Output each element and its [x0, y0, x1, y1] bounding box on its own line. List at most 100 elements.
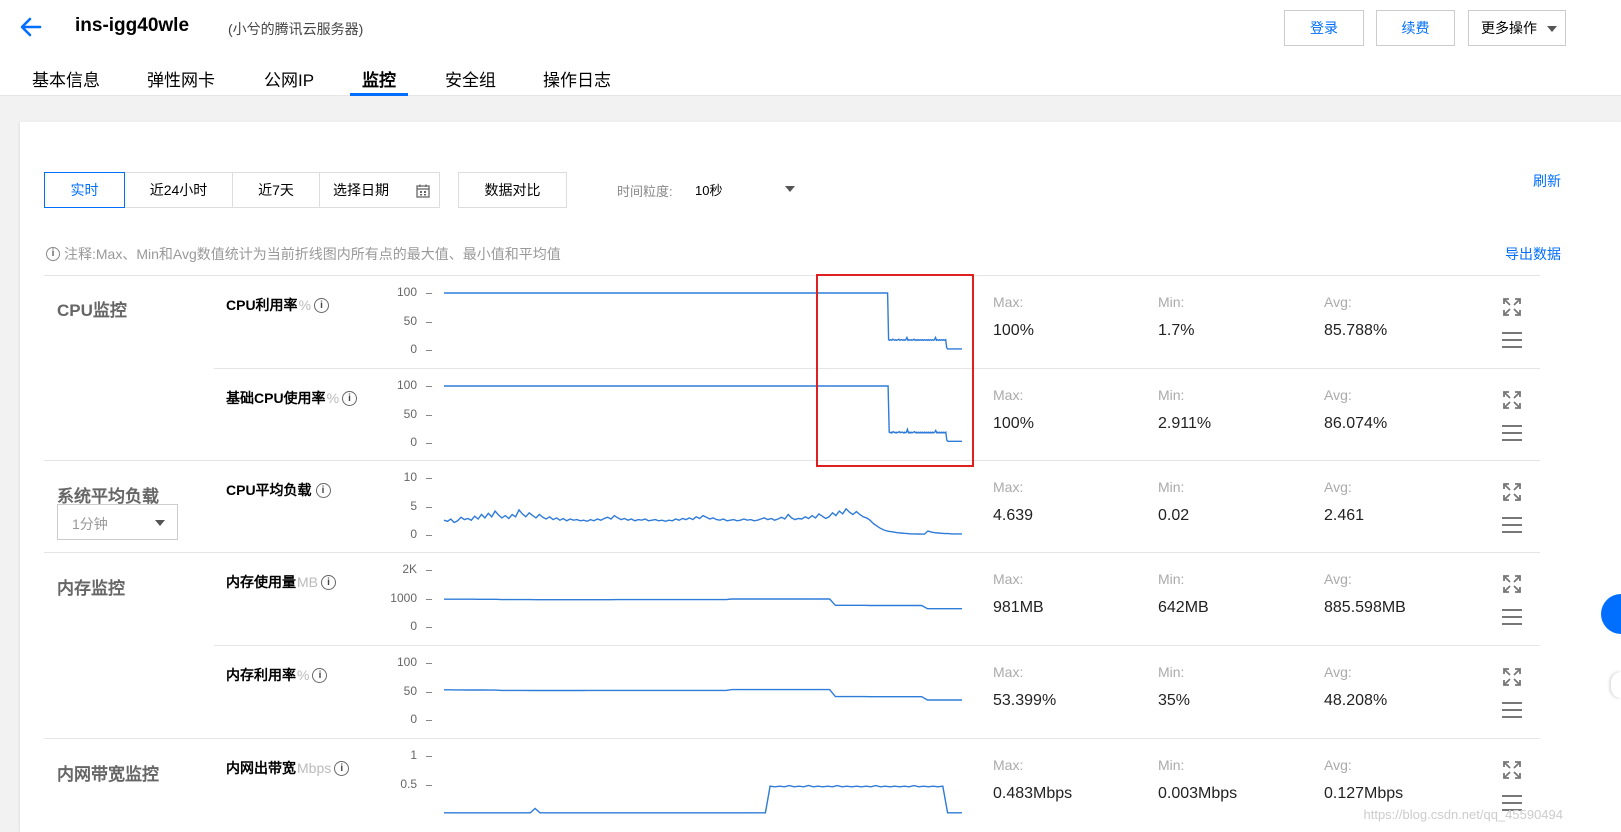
- network-monitor-title: 内网带宽监控: [57, 765, 159, 784]
- y-tick-mark: [426, 627, 432, 628]
- y-tick-mark: [426, 443, 432, 444]
- granularity-select[interactable]: 10秒: [695, 180, 805, 200]
- metric-line-chart: [444, 385, 962, 442]
- stat-max-label: Max:: [993, 387, 1024, 403]
- menu-icon[interactable]: [1502, 331, 1522, 349]
- stat-max-value: 100%: [993, 415, 1034, 432]
- granularity-label: 时间粒度:: [617, 184, 673, 199]
- menu-icon[interactable]: [1502, 701, 1522, 719]
- expand-icon[interactable]: [1502, 482, 1522, 502]
- info-icon[interactable]: i: [334, 760, 350, 776]
- stats-note: i 注释:Max、Min和Avg数值统计为当前折线图内所有点的最大值、最小值和平…: [46, 244, 561, 264]
- tab-monitoring[interactable]: 监控: [362, 66, 396, 91]
- info-icon[interactable]: i: [312, 667, 328, 683]
- metric-line-chart: [444, 292, 962, 350]
- metric-unit: Mbps: [297, 760, 332, 776]
- stat-max-label: Max:: [993, 479, 1024, 495]
- stat-min-label: Min:: [1158, 479, 1185, 495]
- info-icon[interactable]: i: [314, 297, 330, 313]
- last-24h-button[interactable]: 近24小时: [124, 172, 233, 208]
- y-tick-mark: [426, 691, 432, 693]
- metric-line-chart: [444, 598, 962, 610]
- granularity-value: 10秒: [695, 183, 723, 198]
- y-tick-mark: [426, 663, 432, 664]
- expand-icon[interactable]: [1502, 297, 1522, 317]
- realtime-button[interactable]: 实时: [44, 172, 125, 208]
- tab-operation-log[interactable]: 操作日志: [543, 66, 611, 91]
- expand-icon[interactable]: [1502, 574, 1522, 594]
- more-actions-dropdown[interactable]: 更多操作: [1468, 10, 1566, 46]
- load-period-value: 1分钟: [72, 516, 108, 532]
- stats-note-text: 注释:Max、Min和Avg数值统计为当前折线图内所有点的最大值、最小值和平均值: [64, 246, 561, 262]
- info-icon: i: [46, 247, 60, 261]
- select-date-button[interactable]: 选择日期: [319, 172, 440, 208]
- compare-data-button[interactable]: 数据对比: [458, 172, 567, 208]
- menu-icon[interactable]: [1502, 608, 1522, 626]
- expand-icon[interactable]: [1502, 390, 1522, 410]
- metric-line-chart: [444, 784, 962, 814]
- stat-avg-label: Avg:: [1324, 664, 1352, 680]
- metric-unit: %: [297, 667, 310, 683]
- y-tick-mark: [426, 570, 432, 571]
- series-line: [444, 292, 962, 350]
- tab-basic-info[interactable]: 基本信息: [32, 66, 100, 91]
- info-icon[interactable]: i: [321, 574, 336, 590]
- stat-min-label: Min:: [1158, 664, 1185, 680]
- series-line: [444, 784, 962, 814]
- tab-eni[interactable]: 弹性网卡: [147, 66, 215, 91]
- side-float-tab[interactable]: [1611, 672, 1621, 698]
- expand-icon[interactable]: [1502, 667, 1522, 687]
- metric-unit: %: [326, 390, 340, 406]
- y-tick-mark: [426, 535, 432, 536]
- menu-icon[interactable]: [1502, 424, 1522, 442]
- instance-name: ins-igg40wle: [75, 15, 190, 36]
- stat-max-label: Max:: [993, 664, 1024, 680]
- calendar-icon: [416, 184, 430, 198]
- select-date-label: 选择日期: [333, 182, 389, 198]
- metric-label: CPU平均负载 i: [226, 480, 331, 500]
- refresh-link[interactable]: 刷新: [1533, 171, 1561, 191]
- stat-min-value: 0.003Mbps: [1158, 785, 1238, 802]
- divider: [214, 368, 1540, 369]
- metric-label: 内网出带宽 Mbps i: [226, 758, 350, 778]
- y-tick-mark: [426, 506, 432, 508]
- export-data-link[interactable]: 导出数据: [1505, 244, 1561, 264]
- info-icon[interactable]: i: [315, 482, 331, 498]
- last-7d-button[interactable]: 近7天: [232, 172, 320, 208]
- back-arrow-icon[interactable]: [18, 14, 44, 40]
- y-tick-label: 100: [396, 378, 417, 392]
- cpu-monitor-title: CPU监控: [57, 301, 127, 320]
- divider: [44, 275, 1540, 276]
- y-tick-label: 5: [410, 498, 417, 513]
- stat-max-value: 4.639: [993, 507, 1034, 524]
- y-tick-label: 50: [403, 406, 417, 421]
- more-actions-label: 更多操作: [1481, 20, 1537, 36]
- stat-min-value: 1.7%: [1158, 322, 1195, 339]
- stat-min-label: Min:: [1158, 387, 1185, 403]
- stat-max-value: 981MB: [993, 599, 1044, 616]
- divider: [44, 460, 1540, 461]
- expand-icon[interactable]: [1502, 760, 1522, 780]
- metric-name: CPU利用率: [226, 297, 298, 313]
- stat-avg-label: Avg:: [1324, 387, 1352, 403]
- metric-name: 内网出带宽: [226, 760, 296, 776]
- metric-label: 基础CPU使用率% i: [226, 388, 358, 408]
- series-line: [443, 507, 962, 535]
- monitoring-panel: 实时 近24小时 近7天 选择日期 数据对比 时间粒度: 10秒 刷新 i 注释…: [20, 122, 1621, 832]
- y-tick-label: 0: [410, 619, 417, 633]
- menu-icon[interactable]: [1502, 516, 1522, 534]
- stat-max-value: 0.483Mbps: [993, 785, 1073, 802]
- stat-min-value: 0.02: [1158, 507, 1190, 524]
- tab-public-ip[interactable]: 公网IP: [264, 66, 314, 91]
- load-period-select[interactable]: 1分钟: [57, 504, 178, 540]
- instance-description: (小兮的腾讯云服务器): [228, 21, 364, 37]
- stat-avg-value: 48.208%: [1324, 692, 1388, 709]
- info-icon[interactable]: i: [342, 390, 358, 406]
- renew-button[interactable]: 续费: [1376, 10, 1455, 46]
- active-tab-indicator: [350, 93, 408, 96]
- stat-min-label: Min:: [1158, 757, 1185, 773]
- login-button[interactable]: 登录: [1284, 10, 1364, 46]
- stat-max-label: Max:: [993, 757, 1024, 773]
- stat-max-label: Max:: [993, 294, 1024, 310]
- tab-security-group[interactable]: 安全组: [445, 66, 496, 91]
